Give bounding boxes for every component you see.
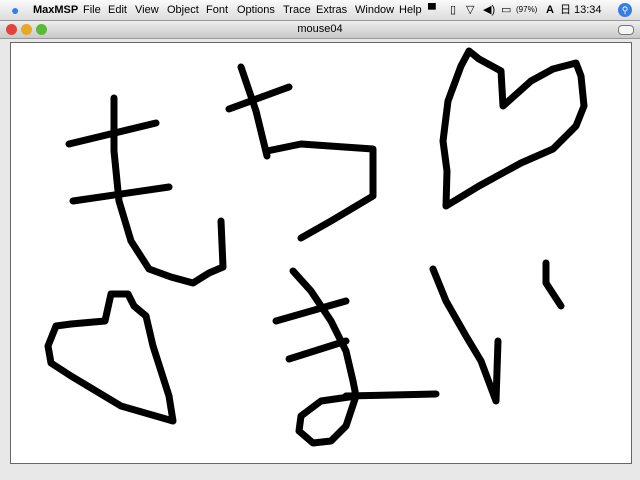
menu-trace[interactable]: Trace (283, 0, 311, 20)
stroke-heart-left (44, 290, 177, 425)
wifi-icon[interactable]: ▽ (466, 0, 474, 20)
volume-icon[interactable]: ◀) (483, 0, 495, 20)
menu-window[interactable]: Window (355, 0, 394, 20)
battery-icon[interactable]: ▭ (501, 0, 511, 20)
menu-options[interactable]: Options (237, 0, 275, 20)
menu-font[interactable]: Font (206, 0, 228, 20)
input-method[interactable]: A (546, 0, 554, 20)
menu-bar: ● MaxMSP File Edit View Object Font Opti… (0, 0, 640, 21)
sync-icon[interactable]: ▯ (450, 0, 456, 20)
menu-edit[interactable]: Edit (108, 0, 127, 20)
window-title: mouse04 (297, 23, 343, 35)
menu-help[interactable]: Help (399, 0, 422, 20)
menu-view[interactable]: View (135, 0, 159, 20)
zoom-button[interactable] (36, 24, 47, 35)
spotlight-icon[interactable]: ⚲ (618, 3, 632, 17)
stroke-i (429, 259, 565, 405)
window-titlebar[interactable]: mouse04 (0, 21, 640, 39)
stroke-chi (225, 63, 377, 242)
calendar-icon[interactable]: 日 (560, 0, 571, 20)
display-icon[interactable]: ▀ (428, 0, 436, 20)
clock[interactable]: 13:34 (574, 0, 602, 20)
battery-percent: (97%) (516, 5, 538, 14)
menu-object[interactable]: Object (167, 0, 199, 20)
menu-extras[interactable]: Extras (316, 0, 347, 20)
stroke-ma (272, 267, 440, 447)
menu-app[interactable]: MaxMSP (33, 0, 78, 20)
close-button[interactable] (6, 24, 17, 35)
apple-menu-icon[interactable]: ● (11, 0, 19, 20)
toolbar-toggle-button[interactable] (618, 25, 634, 35)
stroke-mo (65, 94, 227, 287)
minimize-button[interactable] (21, 24, 32, 35)
menu-file[interactable]: File (83, 0, 101, 20)
stroke-heart-right (439, 47, 588, 210)
drawing-canvas[interactable] (10, 42, 632, 464)
drawing (44, 47, 588, 447)
